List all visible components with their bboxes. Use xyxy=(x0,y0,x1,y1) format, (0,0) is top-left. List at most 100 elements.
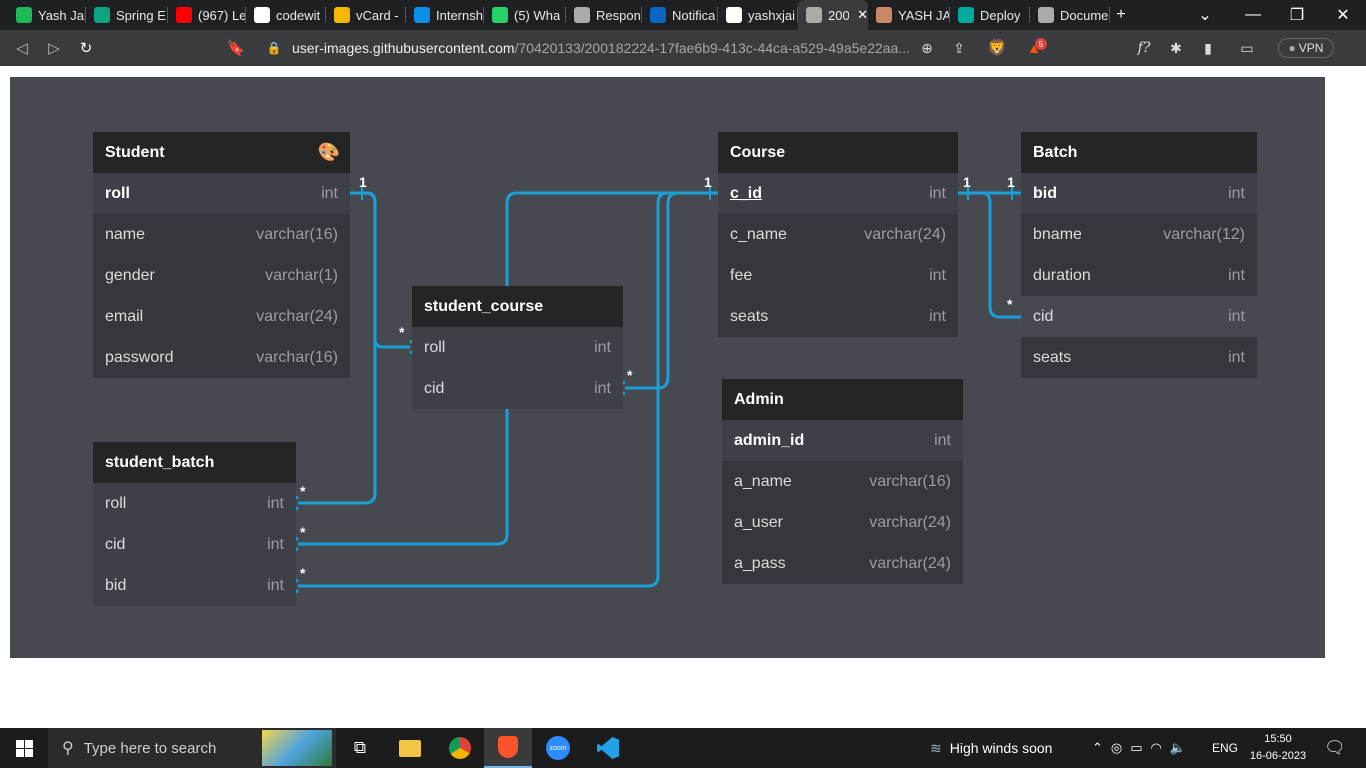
table-course[interactable]: Course c_id int c_name varchar(24) fee int … xyxy=(718,132,958,337)
field-type: varchar(24) xyxy=(864,225,946,243)
new-tab-icon[interactable]: + xyxy=(1101,0,1141,30)
zoom-icon[interactable]: ⊕ xyxy=(915,36,939,60)
extensions-icon[interactable]: ✱ xyxy=(1164,36,1188,60)
field-name: fee xyxy=(730,266,753,284)
table-student-course[interactable]: student_course roll int cid int xyxy=(412,286,623,409)
browser-tab[interactable]: yashxjai xyxy=(718,0,798,30)
field-type: int xyxy=(267,494,284,512)
system-tray[interactable]: ⌃ ◎ ▭ ◠ 🔈 xyxy=(1092,728,1194,768)
vpn-label: VPN xyxy=(1298,41,1324,55)
vpn-button[interactable]: ● VPN xyxy=(1278,38,1334,58)
brave-icon[interactable] xyxy=(484,728,532,768)
image-viewer: 1 * * 1 * * * 1 1 * Student 🎨 roll int name varchar… xyxy=(0,66,1366,728)
clock[interactable]: 15:50 16-06-2023 xyxy=(1248,731,1308,765)
field-name: admin_id xyxy=(734,431,805,449)
notifications-icon[interactable]: 🗨 xyxy=(1324,728,1346,768)
browser-tab[interactable]: Yash Jai xyxy=(8,0,86,30)
table-student-batch[interactable]: student_batch roll int cid int bid int xyxy=(93,442,296,606)
clock-time: 15:50 xyxy=(1264,733,1292,745)
github-icon xyxy=(726,7,742,23)
render-icon xyxy=(958,7,974,23)
browser-tab[interactable]: Docume xyxy=(1030,0,1110,30)
weather-text: High winds soon xyxy=(949,740,1053,756)
wifi-icon[interactable]: ◠ xyxy=(1151,740,1170,756)
chrome-icon[interactable] xyxy=(436,728,484,768)
sidebar-icon[interactable]: ▮ xyxy=(1196,36,1220,60)
zoom-app-icon[interactable]: zoom xyxy=(534,728,582,768)
field-row: c_name varchar(24) xyxy=(718,214,958,255)
relation-line[interactable] xyxy=(625,191,718,390)
field-name: c_name xyxy=(730,225,787,243)
table-header: student_course xyxy=(412,286,623,327)
bookmark-icon[interactable]: 🔖 xyxy=(224,36,248,60)
language-indicator[interactable]: ENG xyxy=(1212,728,1238,768)
windows-logo-icon xyxy=(15,739,33,757)
cardinality-label: * xyxy=(300,483,306,499)
field-name: roll xyxy=(105,184,130,202)
vscode-icon[interactable] xyxy=(584,728,632,768)
browser-tab[interactable]: codewit xyxy=(246,0,326,30)
start-button[interactable] xyxy=(0,728,48,768)
field-type: varchar(16) xyxy=(256,348,338,366)
field-type: varchar(16) xyxy=(869,472,951,490)
forward-icon[interactable]: ▷ xyxy=(42,36,66,60)
whatsapp-business-icon xyxy=(16,7,32,23)
restore-icon[interactable]: ❐ xyxy=(1277,0,1317,30)
wallet-icon[interactable]: ▭ xyxy=(1235,36,1259,60)
file-explorer-icon[interactable] xyxy=(386,728,434,768)
table-title: student_batch xyxy=(105,453,215,471)
task-view-icon[interactable]: ⧉ xyxy=(336,728,384,768)
table-student[interactable]: Student 🎨 roll int name varchar(16) gender… xyxy=(93,132,350,378)
lock-icon[interactable]: 🔒 xyxy=(262,36,286,60)
tab-label: Internsh xyxy=(436,7,483,23)
field-name: roll xyxy=(424,338,446,356)
table-admin[interactable]: Admin admin_id int a_name varchar(16) a_us… xyxy=(722,379,963,584)
browser-tab[interactable]: Deploy xyxy=(950,0,1030,30)
reload-icon[interactable]: ↻ xyxy=(74,36,98,60)
meet-now-icon[interactable]: ◎ xyxy=(1111,740,1130,756)
field-type: int xyxy=(267,576,284,594)
cardinality-label: * xyxy=(300,524,306,540)
tab-label: Yash Jai xyxy=(38,7,86,23)
field-type: varchar(12) xyxy=(1163,225,1245,243)
field-type: int xyxy=(929,266,946,284)
table-header: Course xyxy=(718,132,958,173)
battery-icon[interactable]: ▭ xyxy=(1130,740,1150,756)
back-icon[interactable]: ◁ xyxy=(10,36,34,60)
address-bar[interactable]: user-images.githubusercontent.com/704201… xyxy=(292,36,1002,60)
weather-widget[interactable]: ≋ High winds soon xyxy=(930,728,1052,768)
minimize-icon[interactable]: — xyxy=(1233,0,1273,30)
chevron-up-icon[interactable]: ⌃ xyxy=(1092,740,1111,756)
browser-tab[interactable]: Respon xyxy=(566,0,642,30)
browser-tab[interactable]: 2001 ✕ xyxy=(798,0,868,30)
browser-tab[interactable]: Spring E xyxy=(86,0,168,30)
browser-tab[interactable]: (967) Le xyxy=(168,0,246,30)
field-name: bid xyxy=(1033,184,1057,202)
table-batch[interactable]: Batch bid int bname varchar(12) duration in… xyxy=(1021,132,1257,378)
close-tab-icon[interactable]: ✕ xyxy=(857,7,868,23)
brave-shield-icon[interactable]: 🦁 xyxy=(985,36,1009,60)
browser-toolbar: ◁ ▷ ↻ 🔖 🔒 user-images.githubusercontent.… xyxy=(0,30,1366,66)
cardinality-label: 1 xyxy=(1007,174,1015,190)
palette-icon[interactable]: 🎨 xyxy=(318,142,340,163)
tab-label: vCard - xyxy=(356,7,399,23)
volume-icon[interactable]: 🔈 xyxy=(1170,740,1194,756)
field-name: a_name xyxy=(734,472,792,490)
cardinality-label: 1 xyxy=(359,174,367,190)
browser-tab[interactable]: Internsh xyxy=(406,0,484,30)
relation-line[interactable] xyxy=(298,409,509,546)
table-title: Admin xyxy=(734,390,784,408)
tab-search-chevron-icon[interactable]: ⌄ xyxy=(1185,0,1225,30)
close-window-icon[interactable]: ✕ xyxy=(1323,0,1363,30)
browser-tab[interactable]: Notifica xyxy=(642,0,718,30)
github-icon xyxy=(254,7,270,23)
browser-tab[interactable]: (5) Wha xyxy=(484,0,566,30)
field-type: varchar(16) xyxy=(256,225,338,243)
relation-line[interactable] xyxy=(505,191,718,286)
font-icon[interactable]: f? xyxy=(1132,36,1156,60)
field-name: cid xyxy=(1033,307,1054,325)
browser-tab[interactable]: vCard - xyxy=(326,0,406,30)
share-icon[interactable]: ⇪ xyxy=(947,36,971,60)
browser-tab[interactable]: YASH JA xyxy=(868,0,950,30)
taskbar-search[interactable]: ⚲ Type here to search xyxy=(48,728,336,768)
